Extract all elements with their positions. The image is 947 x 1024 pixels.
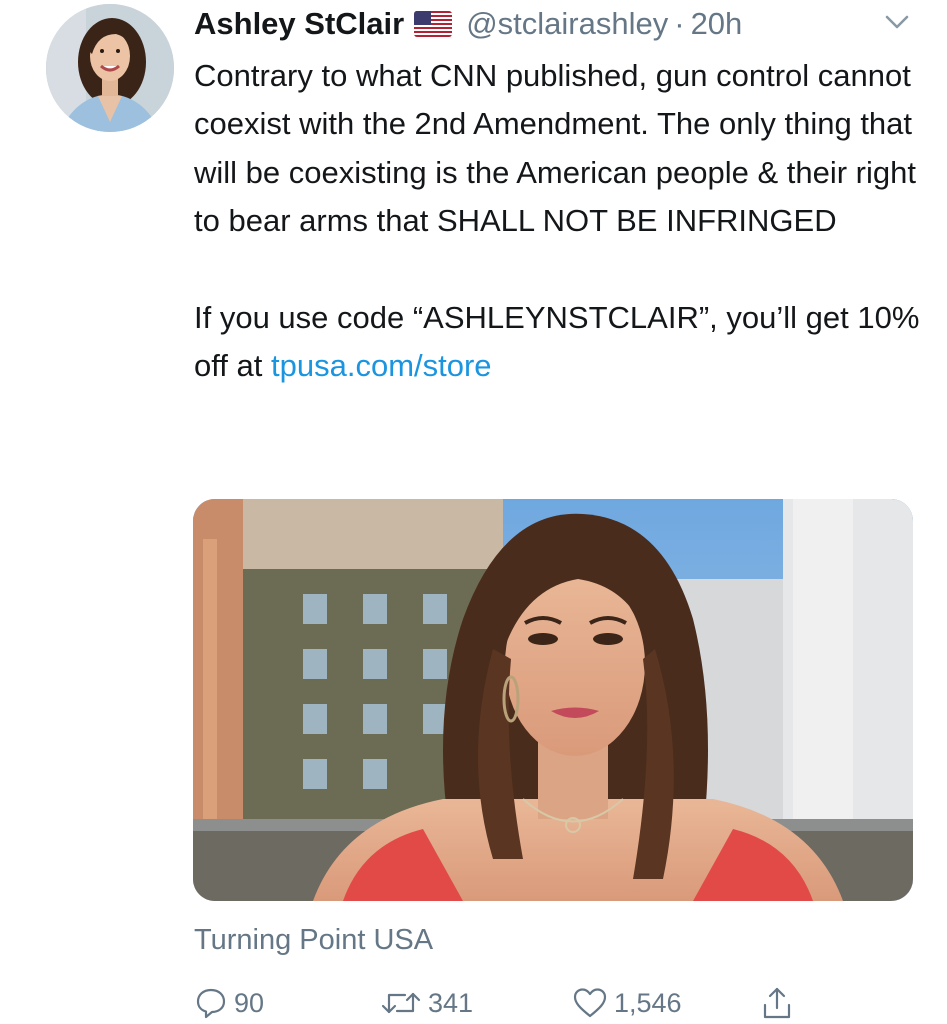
separator-dot: ·	[674, 6, 685, 41]
media-photo[interactable]	[193, 499, 913, 901]
store-link[interactable]: tpusa.com/store	[271, 348, 492, 383]
reply-count: 90	[234, 987, 265, 1018]
avatar[interactable]	[46, 4, 174, 132]
tweet-text: Contrary to what CNN published, gun cont…	[194, 52, 924, 391]
heart-icon	[573, 988, 607, 1018]
timestamp[interactable]: 20h	[691, 6, 743, 42]
us-flag-icon	[414, 11, 453, 37]
retweet-icon	[381, 992, 421, 1014]
share-button[interactable]	[760, 982, 800, 1024]
reply-icon	[196, 988, 226, 1019]
share-icon	[763, 987, 791, 1019]
like-count: 1,546	[614, 987, 682, 1018]
retweet-button[interactable]: 341	[380, 982, 473, 1024]
tweet-actions: 90 341 1,546	[194, 982, 934, 1024]
like-button[interactable]: 1,546	[572, 982, 682, 1024]
tweet-body-text: Contrary to what CNN published, gun cont…	[194, 58, 920, 384]
reply-button[interactable]: 90	[194, 982, 264, 1024]
display-name[interactable]: Ashley StClair	[194, 6, 404, 42]
tweet[interactable]: Ashley StClair @stclairashley · 20h Cont…	[0, 0, 947, 1024]
tweet-header: Ashley StClair @stclairashley · 20h	[194, 2, 742, 46]
retweet-count: 341	[428, 987, 474, 1018]
handle[interactable]: @stclairashley	[466, 6, 668, 42]
media-source[interactable]: Turning Point USA	[194, 924, 433, 957]
chevron-down-icon[interactable]	[884, 12, 910, 32]
